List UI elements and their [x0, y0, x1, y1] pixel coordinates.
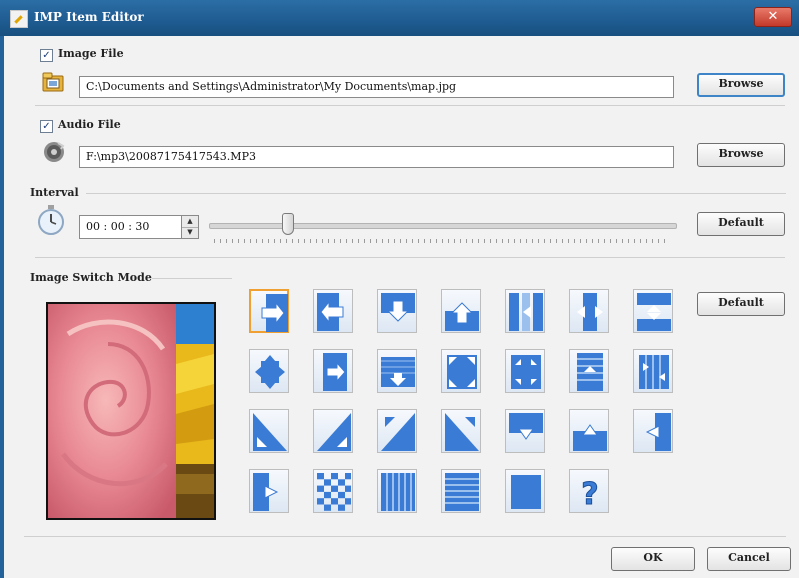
- close-button[interactable]: ✕: [754, 7, 792, 27]
- bars-vertical-icon: [381, 473, 415, 511]
- blinds-horizontal-icon: [577, 353, 603, 391]
- interval-group-label: Interval: [30, 186, 79, 199]
- diagonal-bottom-right-icon: [317, 413, 351, 451]
- diagonal-top-left-icon: [445, 413, 479, 451]
- switch-mode-bars-horizontal-icon[interactable]: [441, 469, 481, 513]
- diagonal-top-right-icon: [381, 413, 415, 451]
- folder-icon: [42, 72, 64, 92]
- switch-mode-split-horizontal-out-icon[interactable]: [633, 289, 673, 333]
- switch-mode-shrink-corners-icon[interactable]: [505, 349, 545, 393]
- random-icon: ?: [581, 477, 599, 512]
- switch-mode-diagonal-bottom-left-icon[interactable]: [249, 409, 289, 453]
- switch-mode-blinds-horizontal-icon[interactable]: [569, 349, 609, 393]
- switch-mode-random-icon[interactable]: ?: [569, 469, 609, 513]
- switch-mode-push-down-icon[interactable]: [377, 289, 417, 333]
- switch-mode-diagonal-bottom-right-icon[interactable]: [313, 409, 353, 453]
- cover-right-icon: [253, 473, 279, 511]
- image-file-label: Image File: [58, 47, 124, 60]
- switch-mode-cover-down-icon[interactable]: [505, 409, 545, 453]
- rose-sunflower-preview: [46, 302, 216, 520]
- audio-icon: [44, 142, 65, 162]
- switch-mode-fade-icon[interactable]: [505, 469, 545, 513]
- switch-mode-push-left-icon[interactable]: [313, 289, 353, 333]
- switch-mode-expand-corners-icon[interactable]: [441, 349, 481, 393]
- blinds-vertical-icon: [639, 355, 669, 389]
- switch-mode-group-label: Image Switch Mode: [30, 271, 152, 284]
- image-browse-button[interactable]: Browse: [697, 73, 785, 97]
- checkerboard-icon: [317, 473, 351, 511]
- switch-mode-diagonal-top-left-icon[interactable]: [441, 409, 481, 453]
- expand-corners-icon: [447, 355, 477, 389]
- switch-mode-cover-right-icon[interactable]: [249, 469, 289, 513]
- stopwatch-icon: [38, 205, 64, 235]
- split-vertical-in-icon: [577, 293, 603, 331]
- ok-button[interactable]: OK: [611, 547, 695, 571]
- push-right-icon: [261, 294, 288, 332]
- expand-center-icon: [255, 355, 285, 389]
- bars-horizontal-icon: [445, 473, 479, 511]
- interval-slider-thumb[interactable]: [281, 213, 294, 235]
- diagonal-bottom-left-icon: [253, 413, 287, 451]
- switch-mode-blinds-vertical-icon[interactable]: [633, 349, 673, 393]
- separator: [152, 278, 232, 279]
- switch-mode-split-vertical-out-icon[interactable]: [505, 289, 545, 333]
- switch-mode-expand-center-icon[interactable]: [249, 349, 289, 393]
- spin-down-icon[interactable]: ▼: [182, 227, 198, 238]
- separator: [35, 257, 785, 258]
- cancel-button[interactable]: Cancel: [707, 547, 791, 571]
- switch-mode-push-right-icon[interactable]: [249, 289, 289, 333]
- switch-mode-cover-left-icon[interactable]: [633, 409, 673, 453]
- separator: [24, 536, 786, 537]
- window-title: IMP Item Editor: [34, 10, 144, 24]
- interval-time-input[interactable]: 00 : 00 : 30: [79, 215, 182, 239]
- push-up-icon: [445, 302, 479, 331]
- audio-path-input[interactable]: F:\mp3\20087175417543.MP3: [79, 146, 674, 168]
- slider-ticks: [214, 239, 670, 243]
- fade-icon: [511, 475, 541, 509]
- switch-mode-slide-down-icon[interactable]: [377, 349, 417, 393]
- switch-mode-slide-right-icon[interactable]: [313, 349, 353, 393]
- image-file-checkbox[interactable]: ✓: [40, 49, 53, 62]
- svg-text:?: ?: [581, 477, 598, 511]
- audio-browse-button[interactable]: Browse: [697, 143, 785, 167]
- slide-right-icon: [323, 353, 347, 391]
- split-horizontal-out-icon: [637, 293, 671, 331]
- cover-down-icon: [509, 413, 543, 440]
- switch-mode-push-up-icon[interactable]: [441, 289, 481, 333]
- separator: [86, 193, 786, 194]
- switch-mode-checkerboard-icon[interactable]: [313, 469, 353, 513]
- app-icon: [10, 10, 28, 28]
- audio-file-checkbox[interactable]: ✓: [40, 120, 53, 133]
- image-path-input[interactable]: C:\Documents and Settings\Administrator\…: [79, 76, 674, 98]
- title-bar: IMP Item Editor ✕: [0, 0, 799, 36]
- split-vertical-out-icon: [509, 293, 543, 331]
- switch-mode-default-button[interactable]: Default: [697, 292, 785, 316]
- push-left-icon: [317, 293, 344, 331]
- push-down-icon: [381, 293, 415, 322]
- cover-left-icon: [645, 413, 671, 451]
- separator: [35, 105, 785, 106]
- shrink-corners-icon: [511, 355, 541, 389]
- interval-spinner[interactable]: ▲ ▼: [181, 215, 199, 239]
- switch-mode-bars-vertical-icon[interactable]: [377, 469, 417, 513]
- slide-down-icon: [381, 357, 415, 387]
- switch-mode-split-vertical-in-icon[interactable]: [569, 289, 609, 333]
- switch-mode-cover-up-icon[interactable]: [569, 409, 609, 453]
- cover-up-icon: [573, 424, 607, 451]
- interval-slider-track[interactable]: [209, 223, 677, 229]
- audio-file-label: Audio File: [58, 118, 121, 131]
- switch-mode-diagonal-top-right-icon[interactable]: [377, 409, 417, 453]
- interval-default-button[interactable]: Default: [697, 212, 785, 236]
